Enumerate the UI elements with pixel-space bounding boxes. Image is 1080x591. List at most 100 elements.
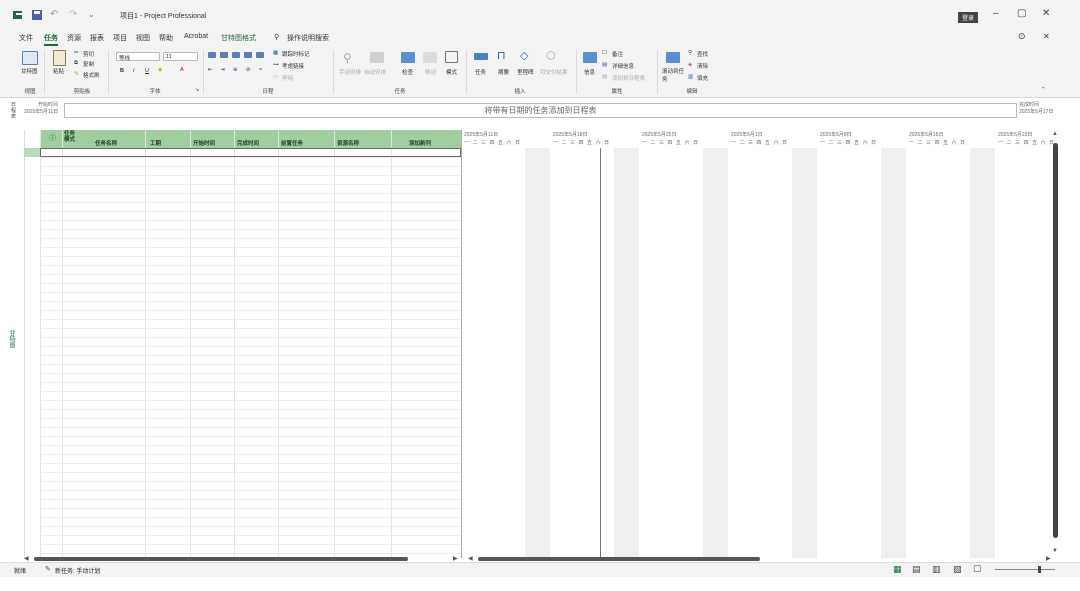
notes-button[interactable]: 备注 [612,50,623,58]
fill-icon[interactable]: ▥ [688,74,693,80]
indent-icon[interactable]: ⇤ [208,67,213,73]
inspect-icon[interactable] [401,52,415,63]
scroll-left-icon[interactable]: ◀ [24,555,29,562]
column-header-task-mode[interactable]: 任务模式 [64,131,80,143]
cut-button[interactable]: 剪切 [83,50,94,58]
customize-qat-icon[interactable]: ⌄ [88,9,100,21]
font-dialog-icon[interactable]: ↘ [195,87,199,93]
font-size-select[interactable]: 11 [163,52,198,61]
gantt-horizontal-scrollbar[interactable] [478,557,760,561]
mode-icon[interactable] [445,51,458,63]
sheet-horizontal-scrollbar[interactable] [34,557,408,561]
progress-100-icon[interactable] [256,52,264,58]
respect-links-icon[interactable]: ⊶ [273,62,279,68]
summary-icon[interactable]: ⊓ [497,49,506,62]
collapse-ribbon-icon[interactable]: ⌃ [1041,87,1046,93]
format-painter-icon[interactable]: ✎ [74,71,79,77]
details-icon[interactable]: ▤ [602,62,607,68]
mode-button[interactable]: 模式 [446,68,457,76]
row-selector[interactable] [24,148,40,157]
outdent-icon[interactable]: ⇥ [220,67,225,73]
team-planner-view-icon[interactable]: ▥ [932,564,941,575]
summary-button[interactable]: 摘要 [498,68,509,76]
redo-icon[interactable]: ↷ [69,9,81,21]
italic-icon[interactable]: I [133,68,135,74]
column-header-predecessors[interactable]: 前置任务 [281,139,303,147]
scroll-right-icon[interactable]: ▶ [453,555,458,562]
scroll-down-icon[interactable]: ▼ [1052,548,1058,554]
fill-button[interactable]: 填充 [697,74,708,82]
mark-on-track-button[interactable]: 跟踪时标记 [282,50,310,58]
unlink-icon[interactable]: ⊘ [246,67,251,73]
clear-icon[interactable]: ◈ [688,62,692,68]
tab-report[interactable]: 报表 [90,33,104,43]
tab-acrobat[interactable]: Acrobat [184,33,208,40]
task-usage-view-icon[interactable]: ▤ [912,564,921,575]
information-button[interactable]: 信息 [584,68,595,76]
clear-button[interactable]: 清除 [697,62,708,70]
tell-me-search[interactable]: 操作说明搜索 [287,33,329,43]
paste-icon[interactable] [53,50,66,66]
column-header-resource-names[interactable]: 资源名称 [337,139,359,147]
zoom-slider[interactable] [995,569,1055,570]
copy-button[interactable]: 复制 [83,60,94,68]
copy-icon[interactable]: ⧉ [74,60,78,67]
tab-task[interactable]: 任务 [44,33,58,46]
find-button[interactable]: 查找 [697,50,708,58]
respect-links-button[interactable]: 考虑链接 [282,62,304,70]
resource-sheet-view-icon[interactable]: ▧ [953,564,962,575]
split-icon[interactable]: ≈ [259,67,262,73]
milestone-button[interactable]: 里程碑 [517,68,534,76]
font-name-select[interactable]: 等线 [116,52,160,62]
gantt-chart-icon[interactable] [22,51,38,65]
milestone-icon[interactable]: ◇ [520,49,528,62]
tab-gantt-format[interactable]: 甘特图格式 [221,33,256,43]
progress-75-icon[interactable] [244,52,252,58]
information-icon[interactable] [583,52,597,63]
column-header-finish[interactable]: 完成时间 [237,139,259,147]
inspect-button[interactable]: 检查 [402,68,413,76]
scissors-icon[interactable]: ✂ [74,50,79,56]
mark-icon[interactable]: ▦ [273,50,278,56]
insert-task-button[interactable]: 任务 [475,68,486,76]
progress-25-icon[interactable] [220,52,228,58]
selected-row[interactable] [40,148,461,157]
status-new-tasks[interactable]: 新任务: 手动计划 [55,566,100,575]
gantt-view-shortcut-icon[interactable]: ▦ [893,564,902,575]
timeline-bar[interactable]: 将带有日期的任务添加到日程表 [64,103,1017,118]
search-icon[interactable]: ⚲ [274,33,279,41]
zoom-slider-thumb[interactable] [1038,566,1041,573]
ribbon-display-icon[interactable]: ⊙ [1018,31,1026,42]
details-button[interactable]: 详细信息 [612,62,634,70]
vertical-scrollbar[interactable] [1053,143,1058,538]
close-icon[interactable]: ✕ [1042,8,1050,19]
close-doc-icon[interactable]: ✕ [1043,32,1050,41]
underline-icon[interactable]: U [145,68,149,74]
scroll-to-task-button[interactable]: 滚动到任务 [662,68,684,84]
restore-icon[interactable]: ▢ [1017,8,1026,19]
task-sheet[interactable] [24,130,461,558]
scroll-up-icon[interactable]: ▲ [1052,131,1058,137]
column-header-start[interactable]: 开始时间 [193,139,215,147]
link-icon[interactable]: ⊕ [233,67,238,73]
progress-0-icon[interactable] [208,52,216,58]
highlight-icon[interactable]: ◆ [158,67,162,73]
format-painter-button[interactable]: 格式刷 [83,71,100,79]
task-icon[interactable] [474,53,488,60]
save-icon[interactable] [31,9,43,21]
tab-file[interactable]: 文件 [19,33,33,43]
tab-help[interactable]: 帮助 [159,33,173,43]
report-view-icon[interactable]: ☐ [973,564,981,575]
progress-50-icon[interactable] [232,52,240,58]
bold-icon[interactable]: B [120,68,124,74]
gantt-view-button[interactable]: 甘特图 [21,67,38,75]
find-icon[interactable]: ⚲ [688,50,692,56]
tab-resource[interactable]: 资源 [67,33,81,43]
minimize-icon[interactable]: – [993,8,999,19]
sign-in-button[interactable]: 登录 [958,12,979,23]
tab-view[interactable]: 视图 [136,33,150,43]
gantt-scroll-left-icon[interactable]: ◀ [468,555,473,562]
tab-project[interactable]: 项目 [113,33,127,43]
undo-icon[interactable]: ↶ [50,9,62,21]
gantt-scroll-right-icon[interactable]: ▶ [1046,555,1051,562]
